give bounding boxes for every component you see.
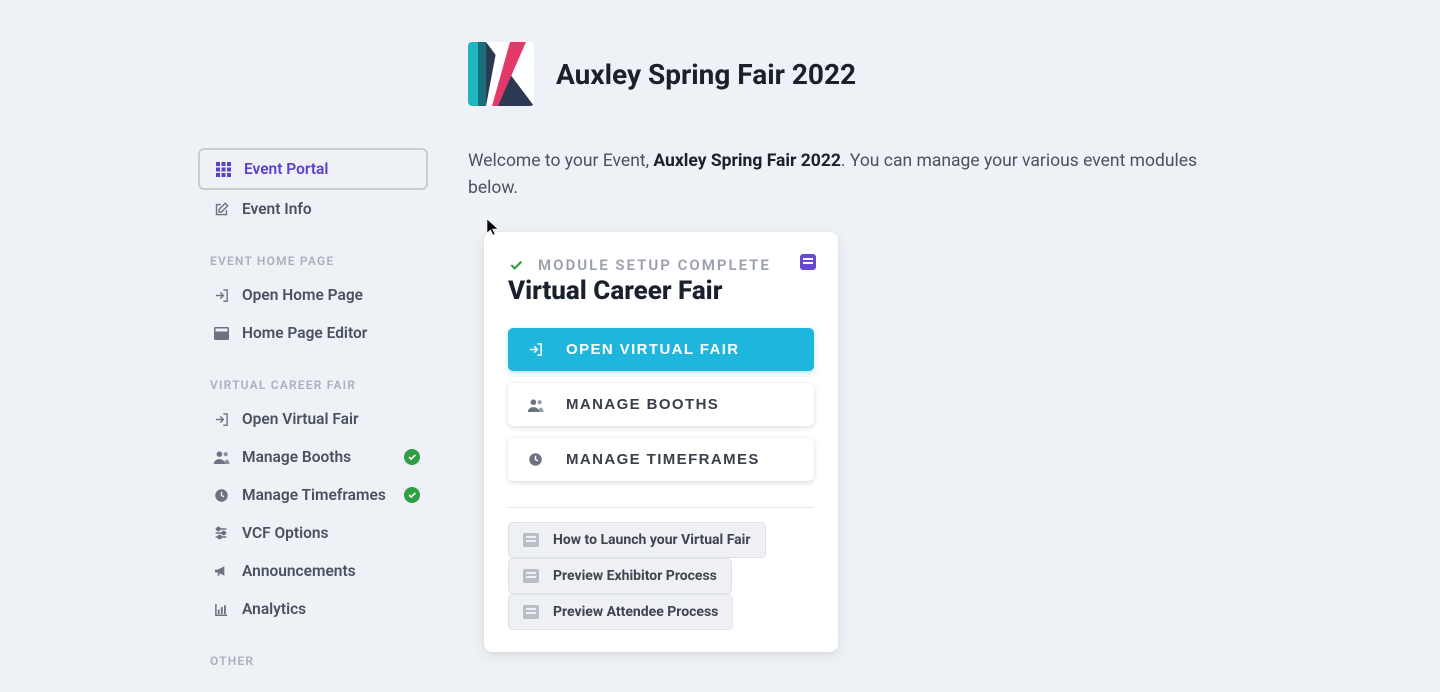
bar-chart-icon — [212, 602, 230, 616]
document-icon — [523, 569, 539, 583]
sidebar-item-label: Manage Timeframes — [242, 486, 386, 504]
sidebar-item-label: Announcements — [242, 562, 356, 580]
clock-icon — [212, 488, 230, 503]
module-status-label: MODULE SETUP COMPLETE — [538, 256, 771, 274]
page-title: Auxley Spring Fair 2022 — [556, 58, 856, 91]
help-link-preview-attendee[interactable]: Preview Attendee Process — [508, 594, 733, 630]
divider — [508, 507, 814, 508]
people-icon — [212, 450, 230, 464]
help-link-launch-fair[interactable]: How to Launch your Virtual Fair — [508, 522, 766, 558]
sidebar-item-announcements[interactable]: Announcements — [198, 552, 428, 590]
check-badge-icon — [404, 449, 420, 465]
sidebar-item-label: Event Portal — [244, 160, 328, 178]
sidebar-section-heading: OTHER — [198, 628, 428, 676]
sidebar-item-label: Home Page Editor — [242, 324, 367, 342]
pill-label: How to Launch your Virtual Fair — [553, 532, 751, 548]
button-label: MANAGE BOOTHS — [566, 396, 719, 413]
button-label: MANAGE TIMEFRAMES — [566, 451, 760, 468]
cursor-pointer-icon — [486, 218, 500, 236]
sidebar-section-heading: EVENT HOME PAGE — [198, 228, 428, 276]
sidebar-item-label: Manage Booths — [242, 448, 351, 466]
pill-label: Preview Exhibitor Process — [553, 568, 717, 584]
enter-icon — [212, 288, 230, 303]
enter-icon — [212, 412, 230, 427]
clock-icon — [526, 452, 544, 467]
manage-booths-button[interactable]: MANAGE BOOTHS — [508, 383, 814, 426]
check-badge-icon — [404, 487, 420, 503]
open-virtual-fair-button[interactable]: OPEN VIRTUAL FAIR — [508, 328, 814, 371]
sidebar-item-label: Open Home Page — [242, 286, 363, 304]
sliders-icon — [212, 526, 230, 540]
help-link-preview-exhibitor[interactable]: Preview Exhibitor Process — [508, 558, 732, 594]
main-content: Welcome to your Event, Auxley Spring Fai… — [468, 148, 1248, 652]
document-icon — [523, 533, 539, 547]
sidebar-item-vcf-options[interactable]: VCF Options — [198, 514, 428, 552]
sidebar-item-open-home-page[interactable]: Open Home Page — [198, 276, 428, 314]
sidebar-item-manage-booths[interactable]: Manage Booths — [198, 438, 428, 476]
module-card-virtual-career-fair: MODULE SETUP COMPLETE Virtual Career Fai… — [484, 232, 838, 652]
pill-label: Preview Attendee Process — [553, 604, 718, 620]
check-icon — [508, 257, 524, 273]
sidebar-item-label: Analytics — [242, 600, 306, 618]
sidebar-item-event-portal[interactable]: Event Portal — [198, 148, 428, 190]
document-icon — [523, 605, 539, 619]
window-icon — [212, 327, 230, 340]
enter-icon — [526, 342, 544, 357]
sidebar: Event Portal Event Info EVENT HOME PAGE … — [198, 148, 428, 676]
sidebar-item-event-info[interactable]: Event Info — [198, 190, 428, 228]
sidebar-item-analytics[interactable]: Analytics — [198, 590, 428, 628]
button-label: OPEN VIRTUAL FAIR — [566, 341, 740, 358]
book-icon[interactable] — [800, 254, 816, 270]
sidebar-item-open-virtual-fair[interactable]: Open Virtual Fair — [198, 400, 428, 438]
people-icon — [526, 398, 544, 412]
megaphone-icon — [212, 564, 230, 578]
edit-icon — [212, 202, 230, 217]
manage-timeframes-button[interactable]: MANAGE TIMEFRAMES — [508, 438, 814, 481]
sidebar-section-heading: VIRTUAL CAREER FAIR — [198, 352, 428, 400]
grid-icon — [214, 162, 232, 177]
sidebar-item-home-page-editor[interactable]: Home Page Editor — [198, 314, 428, 352]
intro-text: Welcome to your Event, Auxley Spring Fai… — [468, 148, 1248, 202]
sidebar-item-label: VCF Options — [242, 524, 329, 542]
sidebar-item-manage-timeframes[interactable]: Manage Timeframes — [198, 476, 428, 514]
sidebar-item-label: Open Virtual Fair — [242, 410, 359, 428]
module-title: Virtual Career Fair — [508, 276, 814, 306]
event-logo — [468, 42, 534, 106]
sidebar-item-label: Event Info — [242, 200, 312, 218]
